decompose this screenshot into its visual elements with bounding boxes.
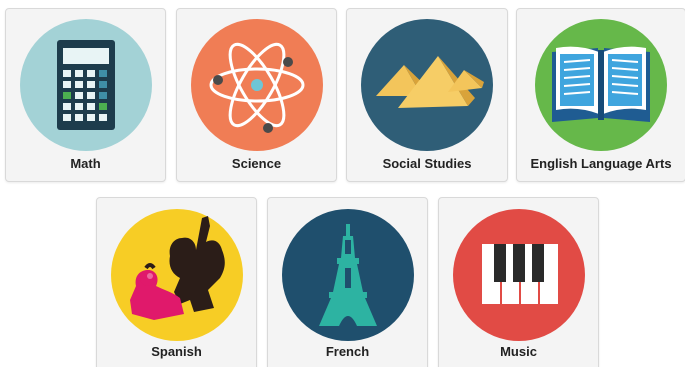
open-book-icon bbox=[535, 19, 667, 151]
subject-card-social-studies[interactable]: Social Studies bbox=[346, 8, 508, 182]
flamenco-dancers-icon bbox=[111, 209, 243, 341]
atom-icon bbox=[191, 19, 323, 151]
subject-card-science[interactable]: Science bbox=[176, 8, 337, 182]
subject-label-spanish: Spanish bbox=[151, 344, 202, 359]
subject-grid: Math Science Social Studies English Lang… bbox=[0, 0, 685, 367]
subject-card-spanish[interactable]: Spanish bbox=[96, 197, 257, 367]
subject-label-math: Math bbox=[70, 156, 101, 171]
subject-card-music[interactable]: Music bbox=[438, 197, 599, 367]
subject-label-french: French bbox=[325, 344, 370, 359]
subject-card-math[interactable]: Math bbox=[5, 8, 166, 182]
pyramids-icon bbox=[361, 19, 493, 151]
subject-label-science: Science bbox=[231, 156, 282, 171]
eiffel-tower-icon bbox=[282, 209, 414, 341]
calculator-icon bbox=[20, 19, 152, 151]
subject-card-english-language-arts[interactable]: English Language Arts bbox=[516, 8, 685, 182]
subject-label-social-studies: Social Studies bbox=[382, 156, 472, 171]
subject-card-french[interactable]: French bbox=[267, 197, 428, 367]
piano-keys-icon bbox=[453, 209, 585, 341]
subject-label-english-language-arts: English Language Arts bbox=[530, 156, 672, 171]
subject-label-music: Music bbox=[500, 344, 537, 359]
